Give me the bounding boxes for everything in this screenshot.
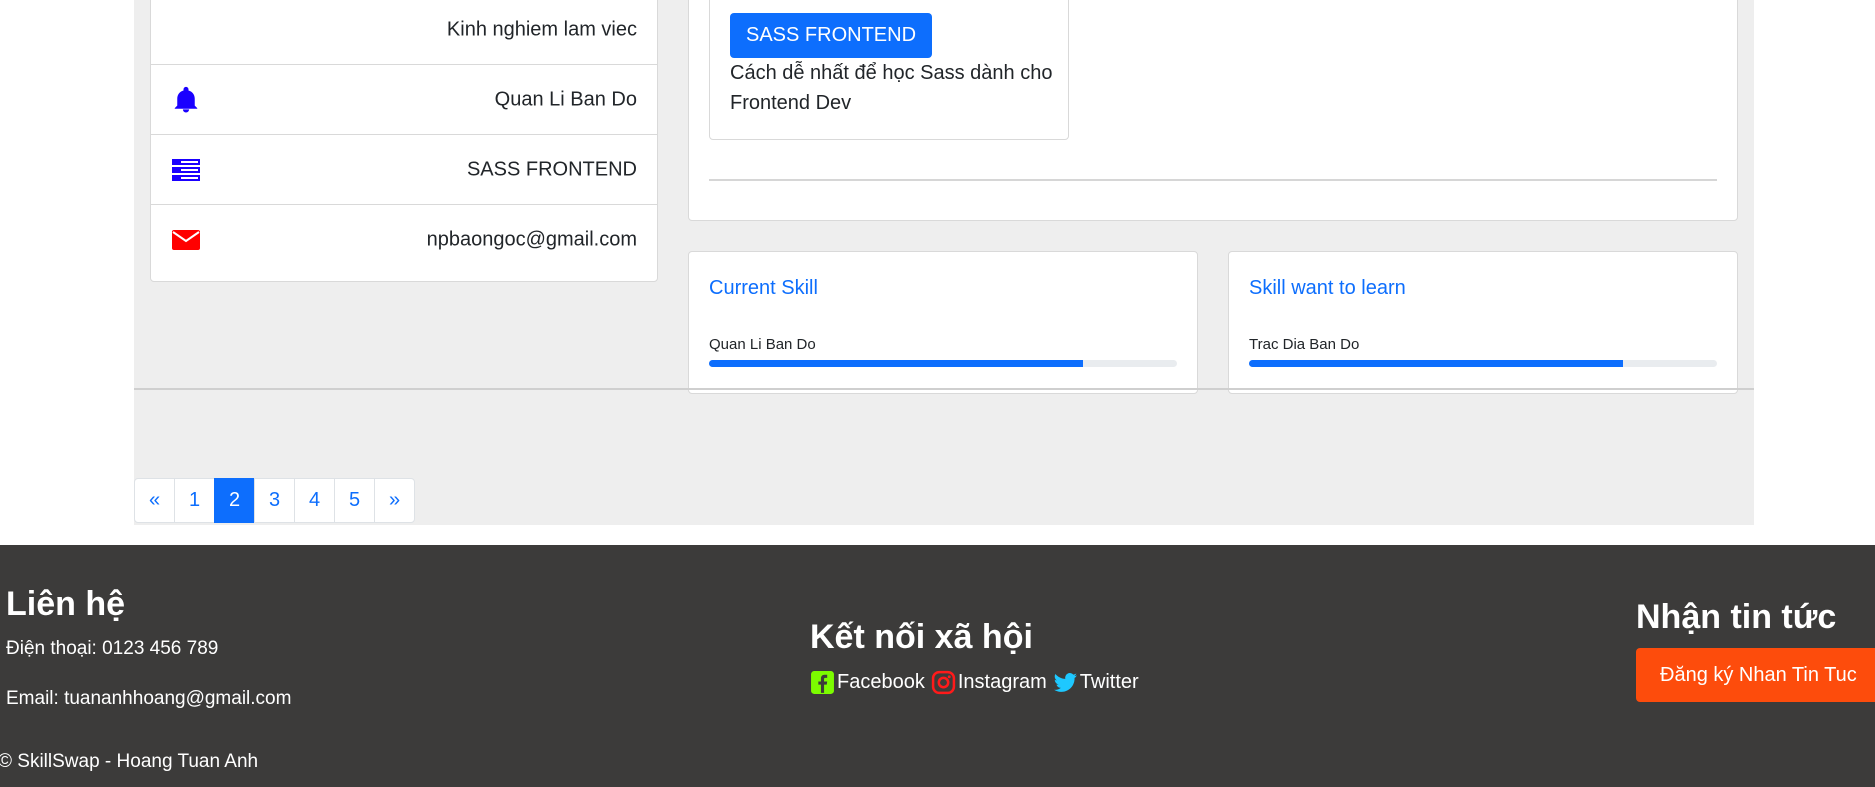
courses-card: SASS FRONTEND Cách dễ nhất để học Sass d… xyxy=(688,0,1738,221)
current-skill-progress xyxy=(709,360,1177,367)
learn-skill-card: Skill want to learn Trac Dia Ban Do xyxy=(1228,251,1738,394)
list-item-label: Kinh nghiem lam viec xyxy=(446,18,637,40)
pagination-page-3[interactable]: 3 xyxy=(254,478,295,523)
server-icon xyxy=(171,155,201,185)
contact-email: Email: tuananhhoang@gmail.com xyxy=(6,688,292,709)
twitter-label: Twitter xyxy=(1079,671,1139,693)
current-skill-name: Quan Li Ban Do xyxy=(709,336,816,353)
social-links: Facebook Instagram Twitter xyxy=(810,670,1145,695)
bell-icon xyxy=(171,85,201,115)
sass-frontend-button[interactable]: SASS FRONTEND xyxy=(730,13,933,58)
contact-heading: Liên hệ xyxy=(6,585,126,623)
divider xyxy=(709,179,1717,181)
copyright: © SkillSwap - Hoang Tuan Anh xyxy=(0,751,259,772)
list-item-email: npbaongoc@gmail.com xyxy=(151,205,657,275)
social-heading: Kết nối xã hội xyxy=(810,618,1033,656)
newsletter-heading: Nhận tin tức xyxy=(1636,598,1837,636)
current-skill-progress-fill xyxy=(709,360,1084,367)
learn-skill-title: Skill want to learn xyxy=(1249,277,1406,299)
contact-phone: Điện thoại: 0123 456 789 xyxy=(6,638,219,659)
course-card: SASS FRONTEND Cách dễ nhất để học Sass d… xyxy=(709,0,1069,140)
pagination: « 1 2 3 4 5 » xyxy=(134,478,415,523)
section-divider xyxy=(134,388,1754,390)
facebook-label: Facebook xyxy=(837,671,925,693)
twitter-icon xyxy=(1053,670,1078,695)
list-item-label: Quan Li Ban Do xyxy=(494,88,637,110)
instagram-label: Instagram xyxy=(957,671,1047,693)
learn-skill-name: Trac Dia Ban Do xyxy=(1249,336,1360,353)
current-skill-card: Current Skill Quan Li Ban Do xyxy=(688,251,1198,394)
facebook-icon xyxy=(810,670,835,695)
list-item-label: npbaongoc@gmail.com xyxy=(426,228,637,251)
list-item-experience: Kinh nghiem lam viec xyxy=(151,0,657,65)
facebook-link[interactable]: Facebook xyxy=(810,670,925,695)
learn-skill-progress-fill xyxy=(1249,360,1624,367)
course-description: Cách dễ nhất để học Sass dành cho Fronte… xyxy=(730,62,1053,114)
list-item-map-management: Quan Li Ban Do xyxy=(151,65,657,135)
pagination-page-2[interactable]: 2 xyxy=(214,478,255,523)
footer: Liên hệ Điện thoại: 0123 456 789 Email: … xyxy=(0,545,1875,787)
subscribe-button[interactable]: Đăng ký Nhan Tin Tuc xyxy=(1636,648,1875,702)
current-skill-title: Current Skill xyxy=(709,277,818,299)
pagination-page-1[interactable]: 1 xyxy=(174,478,215,523)
pagination-prev[interactable]: « xyxy=(134,478,175,523)
list-item-label: SASS FRONTEND xyxy=(466,158,637,180)
pagination-next[interactable]: » xyxy=(374,478,415,523)
envelope-icon xyxy=(171,225,201,255)
profile-info-card: Kinh nghiem lam viec Quan Li Ban Do SASS… xyxy=(150,0,658,282)
learn-skill-progress xyxy=(1249,360,1717,367)
pagination-page-5[interactable]: 5 xyxy=(334,478,375,523)
instagram-link[interactable]: Instagram xyxy=(931,670,1047,695)
twitter-link[interactable]: Twitter xyxy=(1053,670,1139,695)
instagram-icon xyxy=(931,670,956,695)
pagination-page-4[interactable]: 4 xyxy=(294,478,335,523)
list-item-sass: SASS FRONTEND xyxy=(151,135,657,205)
